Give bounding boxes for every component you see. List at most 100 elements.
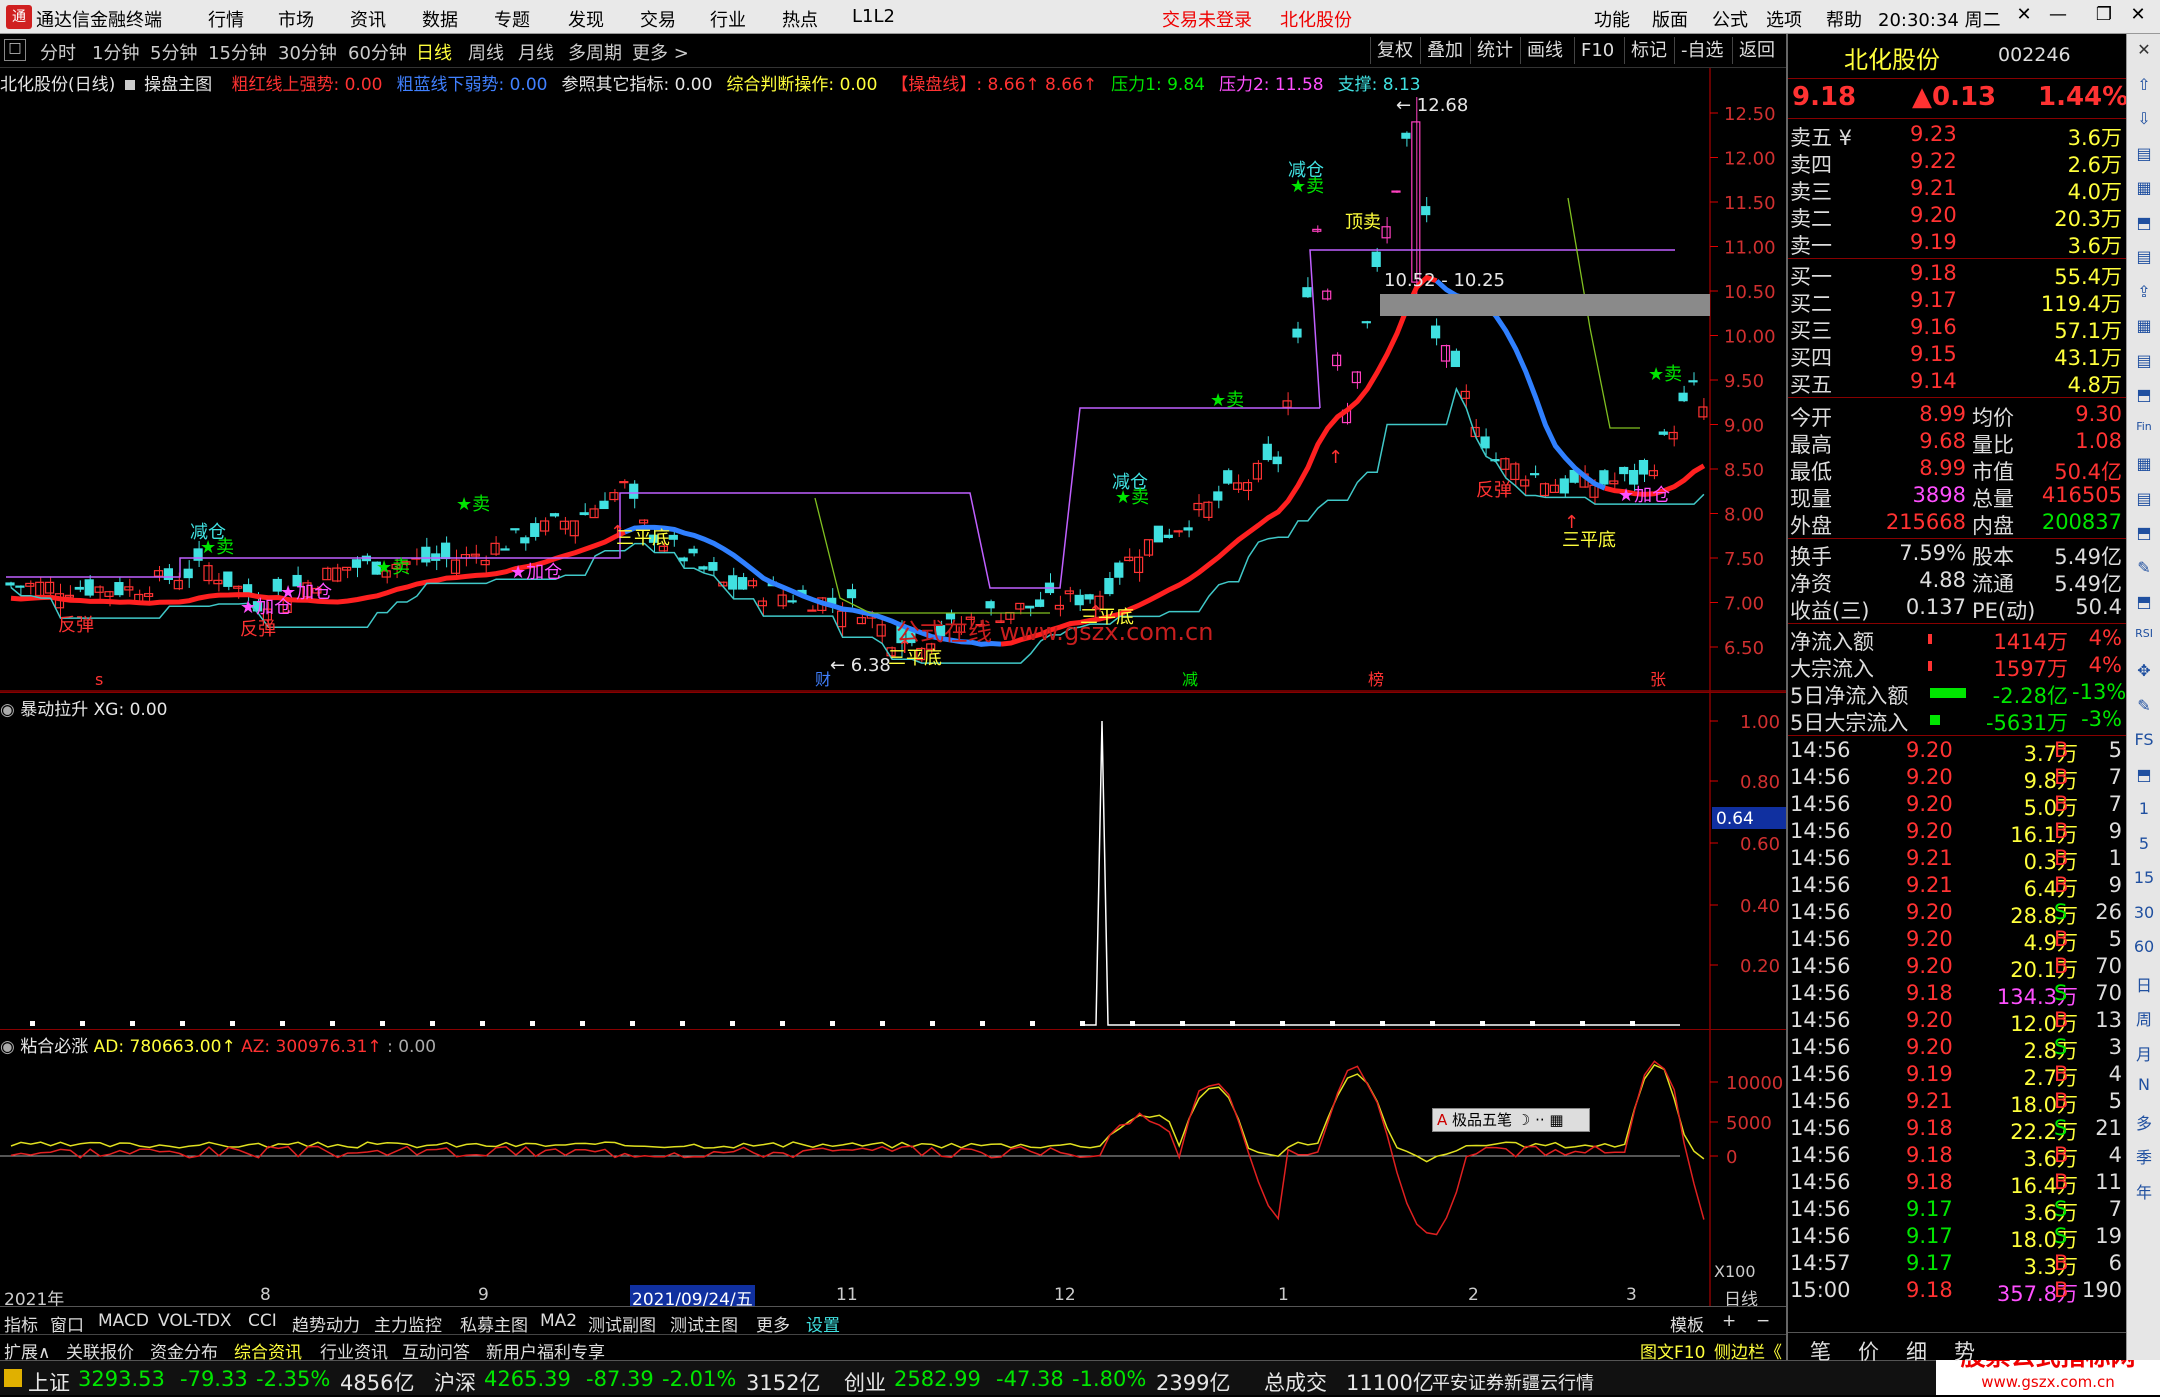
sidebar-button-1[interactable]: ⇧: [2131, 75, 2157, 101]
indicator-tab-4[interactable]: CCI: [248, 1311, 277, 1331]
sell-level[interactable]: 卖五 ¥ 9.23 3.6万: [1788, 122, 2128, 150]
menu-9[interactable]: L1L2: [852, 6, 895, 27]
period-tab-6[interactable]: 日线: [416, 39, 452, 65]
sidebar-button-9[interactable]: ▤: [2131, 351, 2157, 377]
tick-row[interactable]: 14:56 9.18 3.6万 B 4: [1788, 1143, 2128, 1171]
buy-level[interactable]: 买三 9.16 57.1万: [1788, 315, 2128, 343]
index-name[interactable]: 沪深: [434, 1367, 476, 1397]
tab-right-0[interactable]: 模板: [1670, 1311, 1704, 1336]
period-tab-4[interactable]: 30分钟: [278, 39, 337, 65]
menu-1[interactable]: 市场: [278, 6, 314, 32]
indicator-tab-5[interactable]: 趋势动力: [292, 1311, 360, 1336]
period-tab-1[interactable]: 1分钟: [92, 39, 139, 65]
sidebar-button-29[interactable]: 月: [2131, 1041, 2157, 1067]
buy-level[interactable]: 买二 9.17 119.4万: [1788, 288, 2128, 316]
tab-right-2[interactable]: −: [1756, 1311, 1770, 1331]
close-icon[interactable]: ✕: [2124, 4, 2152, 30]
sidebar-button-22[interactable]: 1: [2131, 799, 2157, 825]
login-status[interactable]: 交易未登录: [1162, 6, 1252, 32]
indicator-tab-12[interactable]: 设置: [806, 1311, 840, 1336]
menu-8[interactable]: 热点: [782, 6, 818, 32]
sidebar-button-33[interactable]: 年: [2131, 1179, 2157, 1205]
indicator-tab-1[interactable]: 窗口: [50, 1311, 84, 1336]
main-kline-chart[interactable]: 北化股份(日线) 操盘主图 粗红线上强势: 0.00 粗蓝线下弱势: 0.00 参照…: [0, 68, 1786, 692]
indicator-tab-2[interactable]: MACD: [98, 1311, 149, 1331]
indicator-panel-2[interactable]: 10000 5000 0 ◉ 粘合必涨 AD: 780663.00↑ AZ: 300…: [0, 1029, 1786, 1307]
sidebar-button-21[interactable]: ⬒: [2131, 765, 2157, 791]
menu-7[interactable]: 行业: [710, 6, 746, 32]
sell-level[interactable]: 卖四 9.22 2.6万: [1788, 149, 2128, 177]
menu-6[interactable]: 交易: [640, 6, 676, 32]
period-tab-9[interactable]: 多周期: [568, 39, 622, 65]
stat-row[interactable]: 最高 9.68 量比 1.08: [1788, 429, 2128, 457]
sidebar-button-0[interactable]: ✕: [2131, 40, 2157, 66]
period-tab-2[interactable]: 5分钟: [150, 39, 197, 65]
toolbar-button-4[interactable]: F10: [1574, 37, 1620, 64]
tick-row[interactable]: 14:56 9.20 28.8万 S 26: [1788, 900, 2128, 928]
indicator-panel-1[interactable]: 1.00 0.80 0.60 0.40 0.20 0.64 ◉ 暴动拉升 XG: 0.00: [0, 692, 1786, 1030]
right-menu-1[interactable]: 版面: [1652, 6, 1688, 32]
period-tab-10[interactable]: 更多 >: [632, 39, 689, 65]
tick-row[interactable]: 14:56 9.20 9.8万 B 7: [1788, 765, 2128, 793]
tick-row[interactable]: 14:56 9.21 0.3万 B 1: [1788, 846, 2128, 874]
sidebar-button-13[interactable]: ▤: [2131, 489, 2157, 515]
tick-row[interactable]: 14:56 9.21 6.4万 B 9: [1788, 873, 2128, 901]
tick-row[interactable]: 14:56 9.20 2.8万 S 3: [1788, 1035, 2128, 1063]
sidebar-button-26[interactable]: 60: [2131, 937, 2157, 963]
minimize-icon[interactable]: —: [2044, 4, 2072, 30]
tick-row[interactable]: 14:56 9.20 5.0万 B 7: [1788, 792, 2128, 820]
menu-5[interactable]: 发现: [568, 6, 604, 32]
period-tab-5[interactable]: 60分钟: [348, 39, 407, 65]
indicator-tab-7[interactable]: 私募主图: [460, 1311, 528, 1336]
tick-row[interactable]: 14:57 9.17 3.3万 B 6: [1788, 1251, 2128, 1279]
toolbar-button-0[interactable]: 复权: [1370, 37, 1419, 64]
toolbar-button-3[interactable]: 画线: [1520, 37, 1569, 64]
right-menu-4[interactable]: 帮助: [1826, 6, 1862, 32]
ind1-title[interactable]: 暴动拉升: [20, 700, 88, 720]
menu-2[interactable]: 资讯: [350, 6, 386, 32]
buy-level[interactable]: 买五 9.14 4.8万: [1788, 369, 2128, 397]
sidebar-button-19[interactable]: ✎: [2131, 696, 2157, 722]
tick-row[interactable]: 14:56 9.21 18.0万 B 5: [1788, 1089, 2128, 1117]
quote-tab-3[interactable]: 势: [1954, 1336, 1975, 1366]
period-tab-7[interactable]: 周线: [468, 39, 504, 65]
sell-level[interactable]: 卖三 9.21 4.0万: [1788, 176, 2128, 204]
toolbar-button-6[interactable]: -自选: [1674, 37, 1730, 64]
tick-row[interactable]: 14:56 9.18 16.4万 B 11: [1788, 1170, 2128, 1198]
tick-row[interactable]: 15:00 9.18 357.8万 B 190: [1788, 1278, 2128, 1306]
sidebar-button-28[interactable]: 周: [2131, 1006, 2157, 1032]
flow-row[interactable]: 净流入额 1414万 4%: [1788, 626, 2128, 654]
sell-level[interactable]: 卖二 9.20 20.3万: [1788, 203, 2128, 231]
indicator-tab-8[interactable]: MA2: [540, 1311, 577, 1331]
indicator-tab-11[interactable]: 更多: [756, 1311, 790, 1336]
sidebar-button-12[interactable]: ▦: [2131, 454, 2157, 480]
sidebar-button-16[interactable]: ⬒: [2131, 592, 2157, 618]
tick-row[interactable]: 14:56 9.20 12.0万 B 13: [1788, 1008, 2128, 1036]
sidebar-button-17[interactable]: RSI: [2131, 627, 2157, 653]
sidebar-button-30[interactable]: N: [2131, 1075, 2157, 1101]
close-small-icon[interactable]: ✕: [2010, 4, 2038, 30]
sidebar-button-6[interactable]: ▤: [2131, 247, 2157, 273]
tick-row[interactable]: 14:56 9.17 3.6万 S 7: [1788, 1197, 2128, 1225]
sidebar-button-31[interactable]: 多: [2131, 1110, 2157, 1136]
indicator-tab-9[interactable]: 测试副图: [588, 1311, 656, 1336]
restore-icon[interactable]: ❐: [2090, 4, 2118, 30]
tick-row[interactable]: 14:56 9.17 18.0万 S 19: [1788, 1224, 2128, 1252]
tick-row[interactable]: 14:56 9.20 20.1万 B 70: [1788, 954, 2128, 982]
panel-toggle-icon[interactable]: ◉: [0, 700, 15, 720]
sidebar-button-11[interactable]: Fin: [2131, 420, 2157, 446]
indicator-tab-10[interactable]: 测试主图: [670, 1311, 738, 1336]
buy-level[interactable]: 买一 9.18 55.4万: [1788, 261, 2128, 289]
toolbar-button-2[interactable]: 统计: [1470, 37, 1519, 64]
collapse-icon[interactable]: □: [4, 39, 26, 61]
stat-row[interactable]: 今开 8.99 均价 9.30: [1788, 402, 2128, 430]
menu-4[interactable]: 专题: [494, 6, 530, 32]
period-tab-0[interactable]: 分时: [40, 39, 76, 65]
index-name[interactable]: 上证: [28, 1367, 70, 1397]
tick-row[interactable]: 14:56 9.19 2.7万 B 4: [1788, 1062, 2128, 1090]
right-menu-2[interactable]: 公式: [1712, 6, 1748, 32]
stat-row[interactable]: 外盘 215668 内盘 200837: [1788, 510, 2128, 538]
quote-tab-1[interactable]: 价: [1858, 1336, 1879, 1366]
sidebar-button-24[interactable]: 15: [2131, 868, 2157, 894]
ime-toolbar[interactable]: A 极品五笔 ☽ ·· ▦: [1432, 1108, 1590, 1132]
